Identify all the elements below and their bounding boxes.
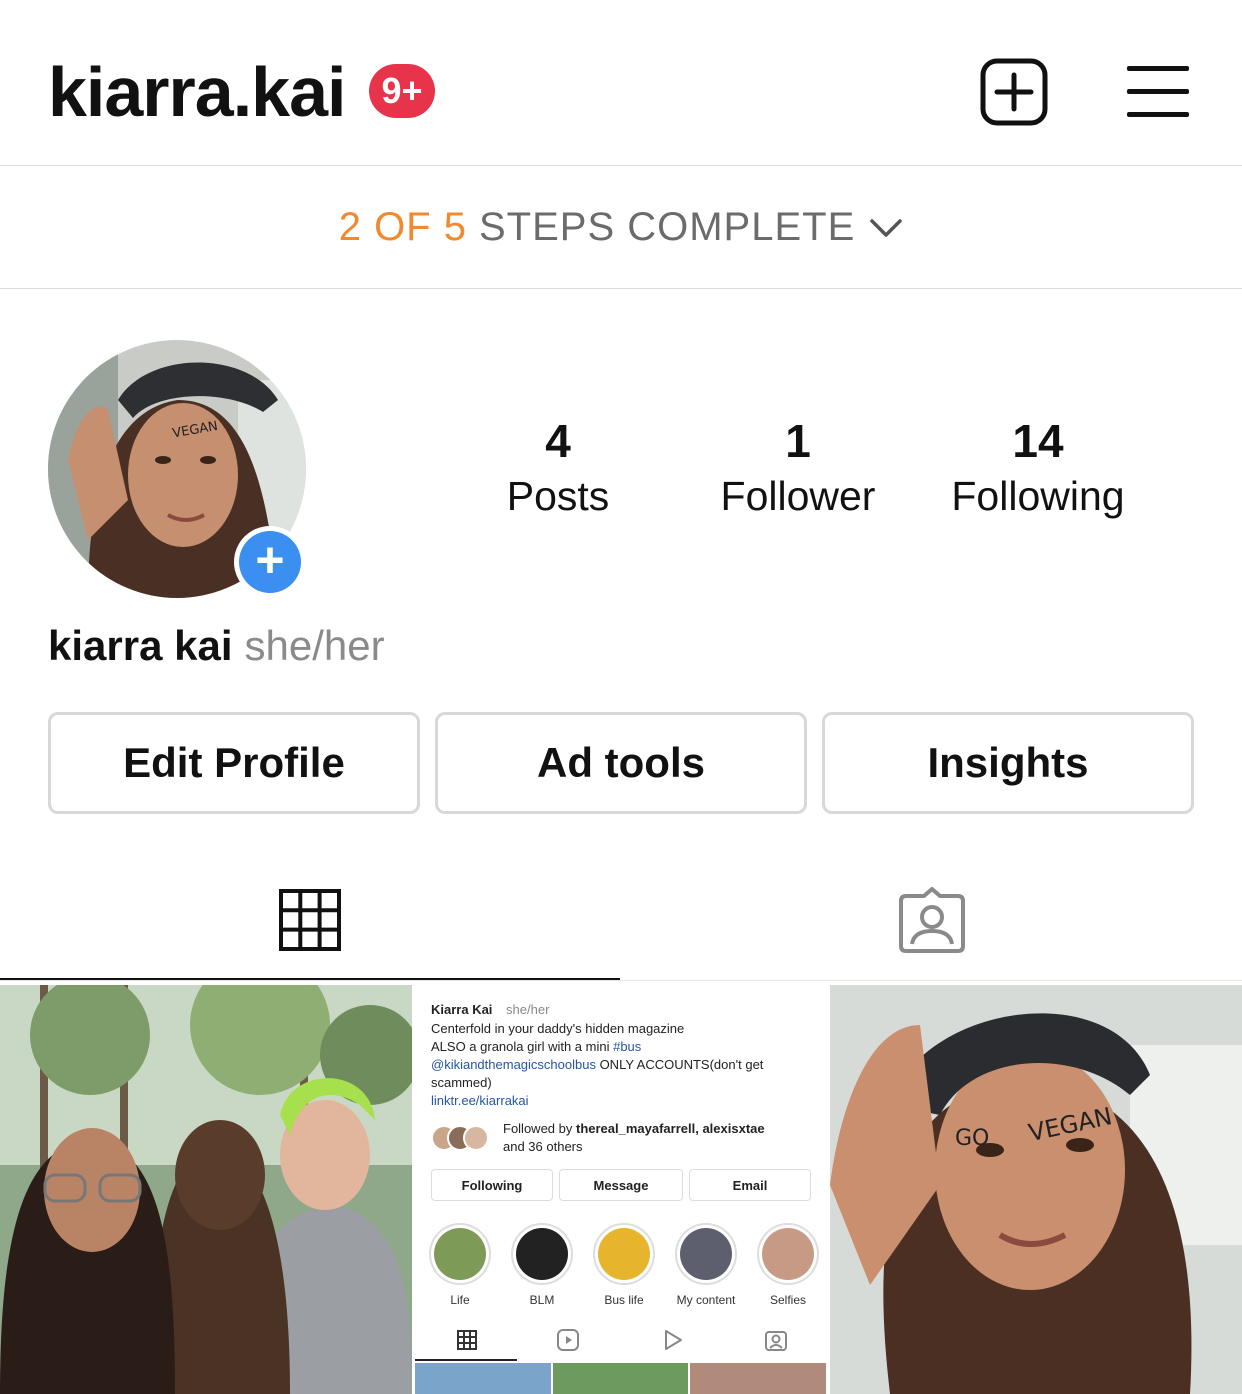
screenshot-name-line: Kiarra Kai she/her [431,1001,549,1018]
tab-posts-grid[interactable] [0,860,620,980]
mini-tab-indicator [415,1359,517,1361]
post-thumbnail-1[interactable] [0,985,412,1394]
followed-by-line-2: and 36 others [503,1139,583,1154]
add-story-button[interactable]: + [234,526,306,598]
following-count[interactable]: 14 Following [918,412,1158,522]
highlight-selfies: Selfies [757,1223,819,1307]
notification-badge[interactable]: 9+ [369,64,435,118]
pronouns: she/her [244,622,385,669]
account-username[interactable]: kiarra.kai [48,52,346,132]
tabs-divider [0,980,1242,981]
insights-button[interactable]: Insights [822,712,1194,814]
post-thumbnail-2[interactable]: Kiarra Kai she/her Centerfold in your da… [415,985,826,1394]
plus-square-icon [980,58,1048,126]
top-bar: kiarra.kai 9+ [0,0,1242,166]
followed-by-names: thereal_mayafarrell, alexisxtae [575,1121,765,1136]
highlight-label: Selfies [769,1293,807,1307]
bio-hashtag: #bus [613,1039,642,1054]
display-name: kiarra kai [48,622,233,669]
mini-video-icon [665,1330,682,1350]
plus-circle-icon: + [239,531,301,593]
chevron-down-icon [870,218,903,237]
screenshot-bio-2: ALSO a granola girl with a mini #bus [431,1038,641,1055]
tagged-person-icon [899,887,965,953]
highlight-bus-life: Bus life [593,1223,655,1307]
highlight-label: BLM [529,1293,555,1307]
screenshot-link: linktr.ee/kiarrakai [431,1093,529,1108]
followed-by-line-1: Followed by thereal_mayafarrell, alexisx… [503,1120,765,1137]
followed-by-avatars [431,1125,491,1151]
profile-name-line: kiarra kai she/her [48,620,385,672]
hamburger-menu-icon [1127,66,1189,117]
post-thumbnail-3[interactable]: VEGAN GO [830,985,1242,1394]
new-post-button[interactable] [980,58,1048,126]
svg-text:GO: GO [955,1126,989,1151]
posts-count[interactable]: 4 Posts [438,412,678,522]
grid-icon [279,889,341,951]
screenshot-message-button: Message [559,1169,683,1201]
screenshot-bio-3: @kikiandthemagicschoolbus ONLY ACCOUNTS(… [431,1056,763,1073]
mini-reels-icon [557,1329,579,1351]
screenshot-bio-4: scammed) [431,1075,492,1090]
followers-count[interactable]: 1 Follower [678,412,918,522]
mini-grid-icon [457,1330,477,1350]
stat-value: 4 [545,415,571,467]
steps-done-count: 2 OF 5 [338,205,467,249]
screenshot-pronouns: she/her [506,1002,550,1017]
stat-label: Posts [506,473,610,519]
bio-mention: @kikiandthemagicschoolbus [431,1057,596,1072]
mini-post-row [415,1363,826,1394]
highlight-blm: BLM [511,1223,573,1307]
highlight-my-content: My content [675,1223,737,1307]
screenshot-following-button: Following [431,1169,553,1201]
ad-tools-button[interactable]: Ad tools [435,712,807,814]
bio-text: ONLY ACCOUNTS(don't get [595,1057,764,1072]
stat-value: 1 [785,415,811,467]
bio-text: ALSO a granola girl with a mini [431,1039,614,1054]
stat-label: Follower [720,473,876,519]
screenshot-name: Kiarra Kai [431,1002,493,1017]
profile-steps-banner[interactable]: 2 OF 5 STEPS COMPLETE [0,167,1242,289]
highlight-label: Bus life [604,1293,644,1307]
highlight-label: My content [676,1293,736,1307]
stat-label: Following [951,473,1125,519]
screenshot-bio-1: Centerfold in your daddy's hidden magazi… [431,1021,685,1036]
followed-by-prefix: Followed by [503,1121,576,1136]
stat-value: 14 [1012,415,1064,467]
steps-label: STEPS COMPLETE [478,205,856,249]
menu-button[interactable] [1127,66,1189,118]
highlight-life: Life [429,1223,491,1307]
edit-profile-button[interactable]: Edit Profile [48,712,420,814]
screenshot-email-button: Email [689,1169,811,1201]
highlight-label: Life [450,1293,470,1307]
tab-tagged[interactable] [622,860,1242,980]
mini-tagged-icon [765,1331,787,1351]
